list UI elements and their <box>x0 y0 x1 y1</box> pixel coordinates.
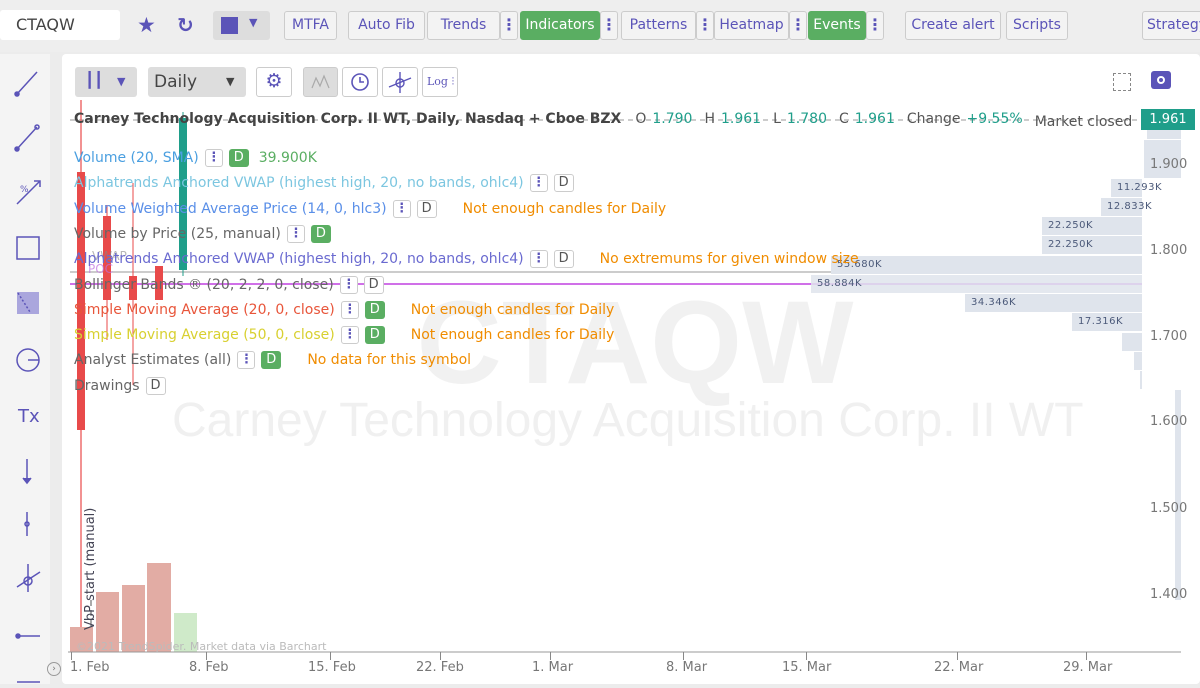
vbp-row: 11.293K <box>1111 179 1162 197</box>
legend-item[interactable]: Bollinger Bands ® (20, 2, 2, 0, close) ⋮ D <box>74 275 384 295</box>
indicator-name[interactable]: Simple Moving Average (20, 0, close) <box>74 300 335 320</box>
date-label: 22. Feb <box>416 660 464 675</box>
date-label: 29. Mar <box>1063 660 1113 675</box>
legend-item[interactable]: Alphatrends Anchored VWAP (highest high,… <box>74 249 859 269</box>
last-price-badge: 1.961 <box>1141 109 1195 130</box>
daily-badge[interactable]: D <box>310 224 331 243</box>
date-label: 1. Feb <box>70 660 110 675</box>
indicator-name[interactable]: Simple Moving Average (50, 0, close) <box>74 325 335 345</box>
indicator-menu-button[interactable]: ⋮ <box>340 300 359 319</box>
indicator-warning: Not enough candles for Daily <box>410 327 615 344</box>
vbp-row: 22.250K <box>1042 236 1142 254</box>
daily-badge[interactable]: D <box>145 376 166 395</box>
date-label: 15. Mar <box>782 660 832 675</box>
market-status: Market closed <box>1034 114 1133 130</box>
daily-badge[interactable]: D <box>228 149 249 167</box>
volume-bar <box>147 563 171 652</box>
indicator-name[interactable]: Alphatrends Anchored VWAP (highest high,… <box>74 249 524 269</box>
indicator-name[interactable]: Bollinger Bands ® (20, 2, 2, 0, close) <box>74 275 334 295</box>
candle <box>179 118 187 270</box>
indicator-menu-button[interactable]: ⋮ <box>529 174 548 193</box>
price-label: 1.700 <box>1150 329 1188 344</box>
indicator-warning: No extremums for given window size <box>599 251 859 268</box>
chart-header: Carney Technology Acquisition Corp. II W… <box>74 111 1133 130</box>
price-label: 1.600 <box>1150 414 1188 429</box>
vbp-row <box>1134 352 1142 370</box>
legend-item[interactable]: Analyst Estimates (all) ⋮ D No data for thi… <box>74 350 471 370</box>
indicator-value: 39.900K <box>258 150 317 166</box>
low-value: 1.780 <box>786 111 827 127</box>
close-value: 1.961 <box>854 111 895 127</box>
indicator-name[interactable]: Drawings <box>74 376 140 396</box>
indicator-menu-button[interactable]: ⋮ <box>340 326 359 345</box>
legend-item[interactable]: Drawings D <box>74 376 166 396</box>
expand-sidebar-icon[interactable]: › <box>47 662 61 676</box>
copyright-text: ©2021 TrendSpider. Market data via Barch… <box>76 640 327 653</box>
legend-item[interactable]: Volume (20, SMA) ⋮ D 39.900K <box>74 148 317 168</box>
date-label: 1. Mar <box>532 660 574 675</box>
indicator-menu-button[interactable]: ⋮ <box>204 149 223 167</box>
date-label: 8. Feb <box>189 660 229 675</box>
legend-item[interactable]: Volume Weighted Average Price (14, 0, hl… <box>74 199 666 219</box>
legend-item[interactable]: Alphatrends Anchored VWAP (highest high,… <box>74 173 574 193</box>
price-label: 1.800 <box>1150 243 1188 258</box>
indicator-menu-button[interactable]: ⋮ <box>529 250 548 269</box>
date-label: 22. Mar <box>934 660 984 675</box>
daily-badge[interactable]: D <box>553 250 574 269</box>
indicator-menu-button[interactable]: ⋮ <box>339 275 358 294</box>
legend-item[interactable]: Simple Moving Average (50, 0, close) ⋮ D No… <box>74 325 614 345</box>
open-value: 1.790 <box>652 111 693 127</box>
indicator-warning: Not enough candles for Daily <box>462 200 667 217</box>
indicator-name[interactable]: Volume Weighted Average Price (14, 0, hl… <box>74 199 387 219</box>
indicator-menu-button[interactable]: ⋮ <box>237 351 256 370</box>
legend-item[interactable]: Simple Moving Average (20, 0, close) ⋮ D No… <box>74 300 614 320</box>
legend-item[interactable]: Volume by Price (25, manual) ⋮ D <box>74 224 331 244</box>
daily-badge[interactable]: D <box>364 326 385 345</box>
indicator-name[interactable]: Volume (20, SMA) <box>74 148 199 168</box>
vbp-row <box>1140 371 1142 389</box>
open-label: O <box>635 111 647 127</box>
indicator-warning: No data for this symbol <box>307 352 472 369</box>
indicator-name[interactable]: Volume by Price (25, manual) <box>74 224 281 244</box>
vbp-row: 17.316K <box>1072 313 1142 331</box>
low-label: L <box>773 111 781 127</box>
date-label: 8. Mar <box>666 660 708 675</box>
daily-badge[interactable]: D <box>363 275 384 294</box>
daily-badge[interactable]: D <box>553 174 574 193</box>
indicator-menu-button[interactable]: ⋮ <box>392 199 411 218</box>
daily-badge[interactable]: D <box>416 199 437 218</box>
price-label: 1.900 <box>1150 157 1188 172</box>
vbp-row: 55.680K <box>831 256 1142 274</box>
high-label: H <box>704 111 715 127</box>
change-label: Change <box>906 111 961 127</box>
vbp-row-poc: 58.884K <box>811 275 1142 293</box>
close-label: C <box>838 111 849 127</box>
vbp-start-label: VbP start (manual) <box>83 507 98 630</box>
vbp-row: 34.346K <box>965 294 1142 312</box>
indicator-menu-button[interactable]: ⋮ <box>286 224 305 243</box>
daily-badge[interactable]: D <box>261 351 282 370</box>
price-label: 1.500 <box>1150 501 1188 516</box>
vbp-row: 12.833K <box>1101 198 1152 216</box>
indicator-name[interactable]: Alphatrends Anchored VWAP (highest high,… <box>74 173 524 193</box>
chart-title: Carney Technology Acquisition Corp. II W… <box>74 111 622 127</box>
daily-badge[interactable]: D <box>364 300 385 319</box>
vbp-row <box>1122 333 1142 351</box>
high-value: 1.961 <box>720 111 762 127</box>
date-label: 15. Feb <box>308 660 356 675</box>
change-value: +9.55% <box>966 111 1023 127</box>
indicator-name[interactable]: Analyst Estimates (all) <box>74 350 231 370</box>
vbp-row: 22.250K <box>1042 217 1142 235</box>
price-label: 1.400 <box>1150 587 1188 602</box>
indicator-warning: Not enough candles for Daily <box>410 301 615 318</box>
